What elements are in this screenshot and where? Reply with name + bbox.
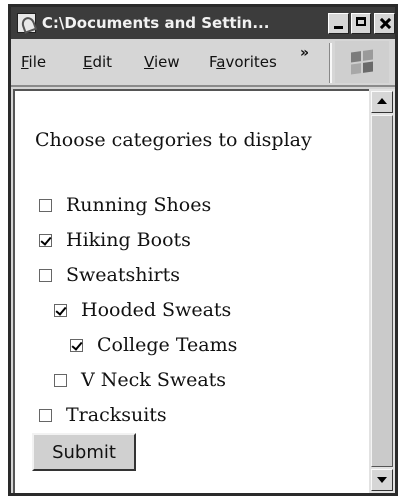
category-label: Running Shoes [66, 194, 212, 216]
category-label: College Teams [97, 334, 238, 356]
ie-app-icon[interactable] [17, 13, 36, 33]
page-heading: Choose categories to display [35, 129, 312, 151]
maximize-button[interactable] [350, 12, 372, 34]
menu-file-rest: ile [28, 53, 47, 71]
category-label: V Neck Sweats [81, 369, 227, 391]
category-label: Hooded Sweats [81, 299, 232, 321]
browser-window: C:\Documents and Settin... File Edit Vie… [8, 4, 398, 496]
checkbox-running-shoes[interactable] [39, 198, 52, 212]
category-row: V Neck Sweats [54, 369, 226, 391]
scroll-thumb[interactable] [371, 115, 393, 467]
scroll-up-arrow-icon[interactable] [371, 91, 393, 113]
menu-separator [329, 43, 332, 83]
minimize-button[interactable] [327, 12, 349, 34]
checkbox-tracksuits[interactable] [39, 408, 52, 422]
menu-view[interactable]: View [144, 53, 180, 71]
category-row: Sweatshirts [39, 264, 180, 286]
submit-button[interactable]: Submit [32, 433, 136, 471]
category-row: Tracksuits [39, 404, 167, 426]
checkbox-hooded-sweats[interactable] [54, 303, 67, 317]
category-label: Tracksuits [66, 404, 167, 426]
menu-edit-rest: dit [92, 53, 113, 71]
checkbox-sweatshirts[interactable] [39, 268, 52, 282]
title-bar[interactable]: C:\Documents and Settin... [11, 7, 395, 39]
checkbox-college-teams[interactable] [70, 338, 83, 352]
menu-edit[interactable]: Edit [83, 53, 112, 71]
menu-favorites[interactable]: Favorites [209, 53, 277, 71]
page-content: Choose categories to display Running Sho… [13, 89, 369, 493]
menu-more-chevron-icon[interactable]: » [300, 45, 309, 61]
category-row: Hiking Boots [39, 229, 191, 251]
checkbox-hiking-boots[interactable] [39, 233, 52, 247]
menu-view-rest: iew [153, 53, 180, 71]
menu-view-mnemonic: V [144, 53, 154, 71]
checkbox-v-neck-sweats[interactable] [54, 373, 67, 387]
menu-bar: File Edit View Favorites » [11, 39, 395, 87]
windows-flag-icon [351, 49, 373, 75]
category-row: Running Shoes [39, 194, 211, 216]
menu-favorites-rest: vorites [225, 53, 277, 71]
close-button[interactable] [374, 12, 395, 34]
category-label: Hiking Boots [66, 229, 191, 251]
category-label: Sweatshirts [66, 264, 181, 286]
throbber [335, 41, 389, 83]
vertical-scrollbar[interactable] [369, 89, 395, 493]
window-title: C:\Documents and Settin... [41, 14, 270, 32]
category-row: Hooded Sweats [54, 299, 231, 321]
menu-file-mnemonic: F [21, 53, 29, 71]
scroll-down-arrow-icon[interactable] [371, 469, 393, 491]
category-row: College Teams [70, 334, 237, 356]
menu-file[interactable]: File [21, 53, 46, 71]
